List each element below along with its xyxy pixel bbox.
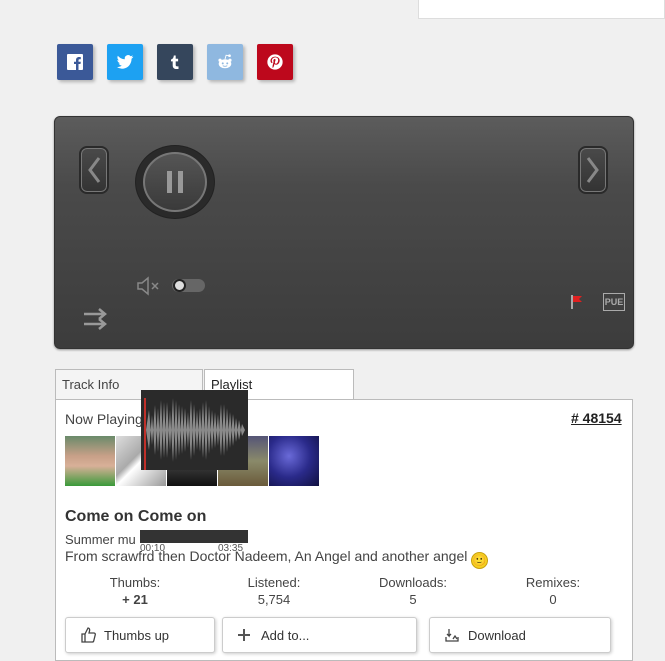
stat-downloads-value: 5 — [409, 592, 417, 607]
smiley-icon: 🙂 — [471, 552, 489, 569]
shuffle-icon[interactable] — [82, 307, 110, 331]
volume-toggle-knob — [173, 279, 186, 292]
tumblr-icon — [171, 55, 179, 69]
now-playing-label: Now Playing — [65, 411, 143, 427]
track-credits: From scrawfrd then Doctor Nadeem, An Ang… — [65, 548, 489, 569]
avatar[interactable] — [269, 436, 319, 486]
stat-downloads: Downloads: 5 — [370, 574, 456, 608]
mute-icon[interactable] — [136, 276, 162, 296]
twitter-share-button[interactable] — [107, 44, 143, 80]
top-input-box — [418, 0, 665, 19]
twitter-icon — [116, 55, 134, 69]
stat-remixes-label: Remixes: — [525, 575, 581, 590]
avatar[interactable] — [65, 436, 115, 486]
stat-listened-label: Listened: — [247, 575, 301, 590]
next-button[interactable] — [578, 146, 608, 194]
track-credits-text: From scrawfrd then Doctor Nadeem, An Ang… — [65, 548, 468, 564]
stat-thumbs-label: Thumbs: — [109, 575, 161, 590]
flag-icon[interactable] — [570, 294, 584, 310]
pinterest-share-button[interactable] — [257, 44, 293, 80]
stat-downloads-label: Downloads: — [379, 575, 447, 590]
stat-thumbs: Thumbs: + 21 — [95, 574, 175, 608]
pinterest-icon — [267, 54, 283, 70]
previous-button[interactable] — [79, 146, 109, 194]
stat-listened-value: 5,754 — [257, 592, 291, 607]
stat-thumbs-value: + 21 — [122, 592, 148, 607]
stat-remixes-value: 0 — [549, 592, 557, 607]
publish-button[interactable]: PUE — [603, 293, 625, 311]
waveform-preview — [141, 390, 248, 470]
track-title: Come on Come on — [65, 508, 207, 525]
facebook-icon — [67, 54, 83, 70]
pause-button[interactable] — [136, 146, 214, 218]
thumbs-up-button[interactable]: Thumbs up — [65, 617, 215, 653]
tumblr-share-button[interactable] — [157, 44, 193, 80]
waveform-graphic — [144, 398, 245, 470]
chevron-right-icon — [586, 157, 599, 183]
download-button[interactable]: Download — [429, 617, 611, 653]
reddit-icon — [218, 54, 232, 69]
track-subtitle: Summer mu — [65, 532, 136, 547]
thumbs-up-icon — [81, 627, 96, 643]
waveform-time-bar — [140, 530, 248, 543]
pause-icon — [167, 171, 183, 193]
plus-icon — [238, 629, 250, 641]
track-id-link[interactable]: # 48154 — [571, 410, 622, 426]
chevron-left-icon — [88, 157, 101, 183]
download-icon — [445, 629, 459, 642]
audio-player: PUE — [54, 116, 634, 349]
add-to-label: Add to... — [261, 627, 310, 643]
stat-listened: Listened: 5,754 — [234, 574, 314, 608]
stat-remixes: Remixes: 0 — [513, 574, 593, 608]
thumbs-up-label: Thumbs up — [104, 627, 170, 643]
download-label: Download — [468, 627, 526, 643]
facebook-share-button[interactable] — [57, 44, 93, 80]
add-to-button[interactable]: Add to... — [222, 617, 417, 653]
volume-toggle[interactable] — [172, 279, 205, 292]
reddit-share-button[interactable] — [207, 44, 243, 80]
